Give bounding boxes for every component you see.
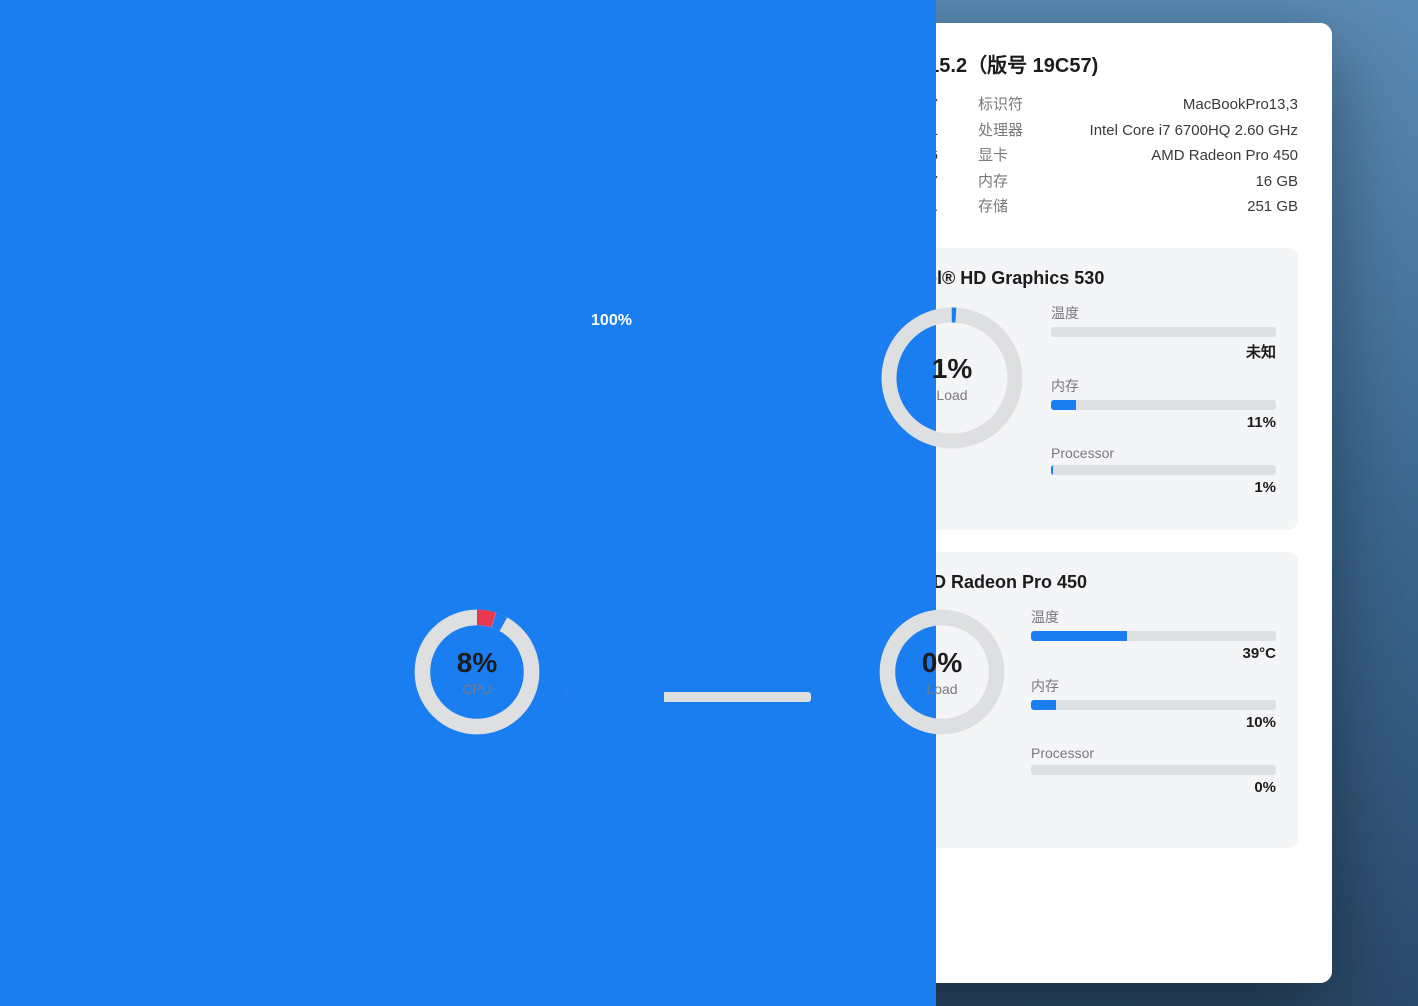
mem-value: 16 GB [1255, 169, 1298, 195]
intel-proc-label: Processor [1051, 445, 1276, 461]
intel-mem-label: 内存 [1051, 376, 1276, 396]
info-column-right: 标识符 MacBookPro13,3 处理器 Intel Core i7 6700H… [978, 92, 1298, 220]
amd-proc-label: Processor [1031, 745, 1276, 761]
intel-gauge-label: Load [936, 387, 967, 403]
cpu-label: 处理器 [978, 118, 1023, 144]
storage-label: 存储 [978, 194, 1008, 220]
intel-mem-value: 11% [1247, 414, 1276, 431]
storage-value: 251 GB [1247, 194, 1298, 220]
intel-gauge-pct: 1% [932, 353, 972, 385]
intel-temp-label: 温度 [1051, 303, 1276, 323]
intel-temp-value: 未知 [1246, 341, 1276, 362]
ident-value: MacBookPro13,3 [1183, 92, 1298, 118]
amd-proc-value: 0% [1254, 779, 1276, 796]
gpu-value: AMD Radeon Pro 450 [1151, 143, 1298, 169]
cpu-gauge-pct: 8% [457, 647, 497, 679]
amd-mem-label: 内存 [1031, 676, 1276, 696]
amd-gpu-gauge: 0% Load [877, 607, 1007, 737]
battery-percent: 100% [591, 312, 632, 330]
mem-label: 内存 [978, 169, 1008, 195]
amd-temp-label: 温度 [1031, 607, 1276, 627]
intel-proc-value: 1% [1254, 479, 1276, 496]
app-window: 仪表板 实用工具 优化 A 卸载应用 清理 Trim [86, 23, 1332, 983]
ident-label: 标识符 [978, 92, 1023, 118]
amd-gauge-pct: 0% [922, 647, 962, 679]
amd-mem-value: 10% [1246, 714, 1276, 731]
gpu-label: 显卡 [978, 143, 1008, 169]
intel-gpu-title: Intel® HD Graphics 530 [877, 268, 1276, 289]
ssd-fill [412, 465, 811, 477]
intel-gpu-gauge: 1% Load [877, 303, 1027, 453]
cpu-gauge-label: CPU [462, 681, 492, 697]
amd-temp-value: 39°C [1242, 645, 1276, 662]
amd-gauge-label: Load [926, 681, 957, 697]
cpu-gauge: 8% CPU [412, 607, 542, 737]
ssd-progress [412, 465, 811, 477]
main-content: macOS Catalina 10.15.2 (版本 10.15.2（版号 19… [356, 23, 1332, 983]
cards-grid: 电池 100% ♥84% - APPLE SSD SM0256L [390, 248, 1298, 848]
amd-gpu-title: AMD Radeon Pro 450 [877, 572, 1276, 593]
cpu-value: Intel Core i7 6700HQ 2.60 GHz [1090, 118, 1298, 144]
ssd-card[interactable]: APPLE SSD SM0256L 167.86 GB used out of … [390, 410, 833, 530]
